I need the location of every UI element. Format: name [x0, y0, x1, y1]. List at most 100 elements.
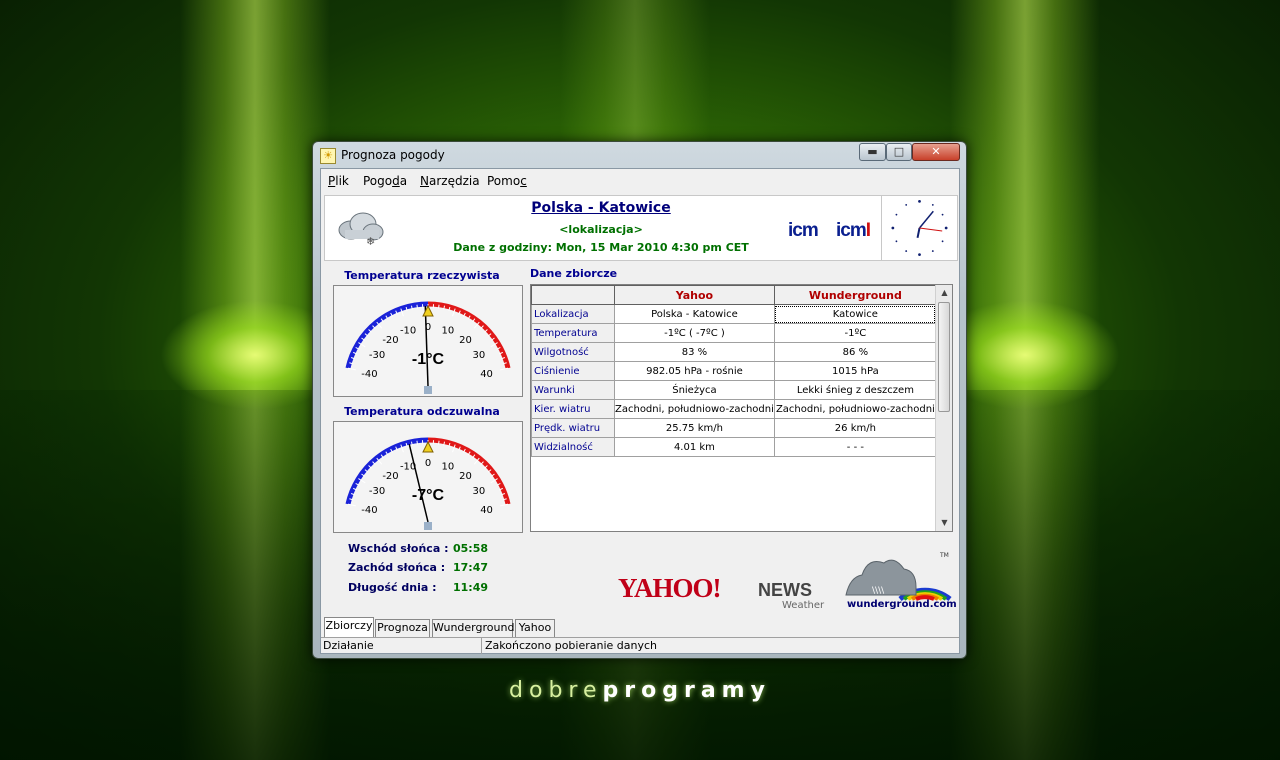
- analog-clock: [881, 196, 948, 260]
- summary-grid[interactable]: Yahoo Wunderground Lokalizacja Polska - K…: [530, 284, 953, 532]
- column-header-yahoo[interactable]: Yahoo: [614, 285, 775, 305]
- row-header[interactable]: Ciśnienie: [531, 361, 615, 381]
- tab-yahoo[interactable]: Yahoo: [515, 619, 555, 637]
- yahoo-cell[interactable]: 25.75 km/h: [614, 418, 775, 438]
- gauge-tick: [500, 503, 509, 507]
- clock-tick: [918, 253, 921, 257]
- grid-scrollbar[interactable]: ▲ ▼: [935, 285, 952, 531]
- wunderground-cell[interactable]: Katowice: [773, 304, 937, 324]
- gauge-tick-label: 40: [480, 369, 493, 380]
- table-row[interactable]: Prędk. wiatru 25.75 km/h 26 km/h: [531, 418, 937, 438]
- location-header: ❄ Polska - Katowice <lokalizacja> Dane z…: [324, 195, 958, 261]
- gauge-tick: [438, 304, 440, 309]
- tab-wunderground[interactable]: Wunderground: [432, 619, 514, 637]
- title-bar[interactable]: ☀ Prognoza pogody ▬ □ ✕: [313, 142, 966, 168]
- table-row[interactable]: Kier. wiatru Zachodni, południowo-zachodn…: [531, 399, 937, 419]
- menu-plik[interactable]: Plik: [328, 174, 349, 188]
- yahoo-cell[interactable]: Zachodni, południowo-zachodni: [614, 399, 775, 419]
- icm-logo[interactable]: icm: [788, 220, 819, 242]
- wunderground-cell[interactable]: 26 km/h: [773, 418, 937, 438]
- sunset-label: Zachód słońca :: [348, 561, 446, 574]
- gauge-tick-label: 40: [480, 505, 493, 516]
- sunrise-value: 05:58: [453, 542, 489, 555]
- yahoo-cell[interactable]: 83 %: [614, 342, 775, 362]
- gauge-tick: [416, 304, 418, 309]
- gauge-tick-label: 20: [459, 471, 472, 482]
- gauge-tick-label: 10: [442, 461, 455, 472]
- table-row[interactable]: Widzialność 4.01 km - - -: [531, 437, 937, 457]
- status-left: Działanie: [323, 639, 374, 652]
- gauge-needle-base: [424, 386, 432, 394]
- gauge-tick: [347, 503, 356, 507]
- maximize-button[interactable]: □: [886, 143, 912, 161]
- menu-pogoda[interactable]: Pogoda: [363, 174, 407, 188]
- table-row[interactable]: Ciśnienie 982.05 hPa - rośnie 1015 hPa: [531, 361, 937, 381]
- gauge-tick-label: -20: [382, 335, 398, 346]
- summary-table: Yahoo Wunderground Lokalizacja Polska - K…: [531, 285, 937, 457]
- clock-tick: [944, 226, 948, 230]
- table-row[interactable]: Lokalizacja Polska - Katowice Katowice: [531, 304, 937, 324]
- scroll-thumb[interactable]: [938, 302, 950, 412]
- minimize-button[interactable]: ▬: [859, 143, 886, 161]
- menu-pomoc[interactable]: Pomoc: [487, 174, 527, 188]
- close-button[interactable]: ✕: [912, 143, 960, 161]
- gauge-tick: [500, 367, 509, 371]
- gauge-needle: [424, 306, 429, 387]
- sunset-value: 17:47: [453, 561, 489, 574]
- svg-text:\\\\: \\\\: [872, 586, 885, 596]
- clock-tick: [941, 240, 944, 243]
- yahoo-cell[interactable]: 982.05 hPa - rośnie: [614, 361, 775, 381]
- tab-prognoza[interactable]: Prognoza: [375, 619, 430, 637]
- gauge-tick: [347, 367, 356, 371]
- table-row[interactable]: Wilgotność 83 % 86 %: [531, 342, 937, 362]
- gauge-tick-label: 10: [442, 325, 455, 336]
- clock-tick: [918, 199, 921, 203]
- menu-narzedzia[interactable]: Narzędzia: [420, 174, 480, 188]
- wunderground-cell[interactable]: 86 %: [773, 342, 937, 362]
- wunderground-cell[interactable]: - - -: [773, 437, 937, 457]
- gauge-tick-label: -20: [382, 471, 398, 482]
- yahoo-cell[interactable]: Śnieżyca: [614, 380, 775, 400]
- gauge-zero-marker: [422, 304, 434, 317]
- grid-corner: [531, 285, 615, 305]
- gauge-tick-label: 20: [459, 335, 472, 346]
- yahoo-cell[interactable]: 4.01 km: [614, 437, 775, 457]
- yahoo-logo[interactable]: YAHOO!: [618, 573, 722, 604]
- tab-zbiorczy[interactable]: Zbiorczy: [324, 617, 374, 637]
- gauge-needle-base: [424, 522, 432, 530]
- row-header[interactable]: Widzialność: [531, 437, 615, 457]
- gauge-tick-label: -40: [361, 505, 377, 516]
- feel-temp-title: Temperatura odczuwalna: [344, 405, 500, 418]
- row-header[interactable]: Warunki: [531, 380, 615, 400]
- status-right: Zakończono pobieranie danych: [485, 639, 658, 652]
- wunderground-cell[interactable]: -1ºC: [773, 323, 937, 343]
- row-header[interactable]: Temperatura: [531, 323, 615, 343]
- yahoo-cell[interactable]: -1ºC ( -7ºC ): [614, 323, 775, 343]
- table-row[interactable]: Temperatura -1ºC ( -7ºC ) -1ºC: [531, 323, 937, 343]
- real-temp-gauge: -40 -30 -20 -10 0 10 20 30 40 -1°C: [333, 285, 523, 397]
- row-header[interactable]: Kier. wiatru: [531, 399, 615, 419]
- scroll-down-icon[interactable]: ▼: [936, 515, 952, 531]
- clock-tick: [931, 250, 934, 252]
- location-title-link[interactable]: Polska - Katowice: [325, 200, 877, 216]
- table-row[interactable]: Warunki Śnieżyca Lekki śnieg z deszczem: [531, 380, 937, 400]
- icm-logo-alt[interactable]: icmI: [836, 220, 871, 242]
- scroll-up-icon[interactable]: ▲: [936, 285, 952, 301]
- daylength-value: 11:49: [453, 581, 489, 594]
- row-header[interactable]: Prędk. wiatru: [531, 418, 615, 438]
- menu-bar: Plik Pogoda Narzędzia Pomoc: [321, 169, 959, 191]
- wunderground-cell[interactable]: Zachodni, południowo-zachodni: [773, 399, 937, 419]
- svg-text:TM: TM: [939, 552, 949, 559]
- row-header[interactable]: Lokalizacja: [531, 304, 615, 324]
- clock-tick: [941, 213, 944, 216]
- yahoo-cell[interactable]: Polska - Katowice: [614, 304, 775, 324]
- row-header[interactable]: Wilgotność: [531, 342, 615, 362]
- wunderground-url[interactable]: wunderground.com: [847, 599, 957, 610]
- wunderground-cell[interactable]: 1015 hPa: [773, 361, 937, 381]
- column-header-wunderground[interactable]: Wunderground: [773, 285, 937, 305]
- wunderground-cell[interactable]: Lekki śnieg z deszczem: [773, 380, 937, 400]
- clock-tick: [891, 226, 895, 230]
- gauge-tick-label: -10: [400, 325, 416, 336]
- data-timestamp: Dane z godziny: Mon, 15 Mar 2010 4:30 pm…: [453, 241, 749, 254]
- gauge-zero-marker: [422, 440, 434, 453]
